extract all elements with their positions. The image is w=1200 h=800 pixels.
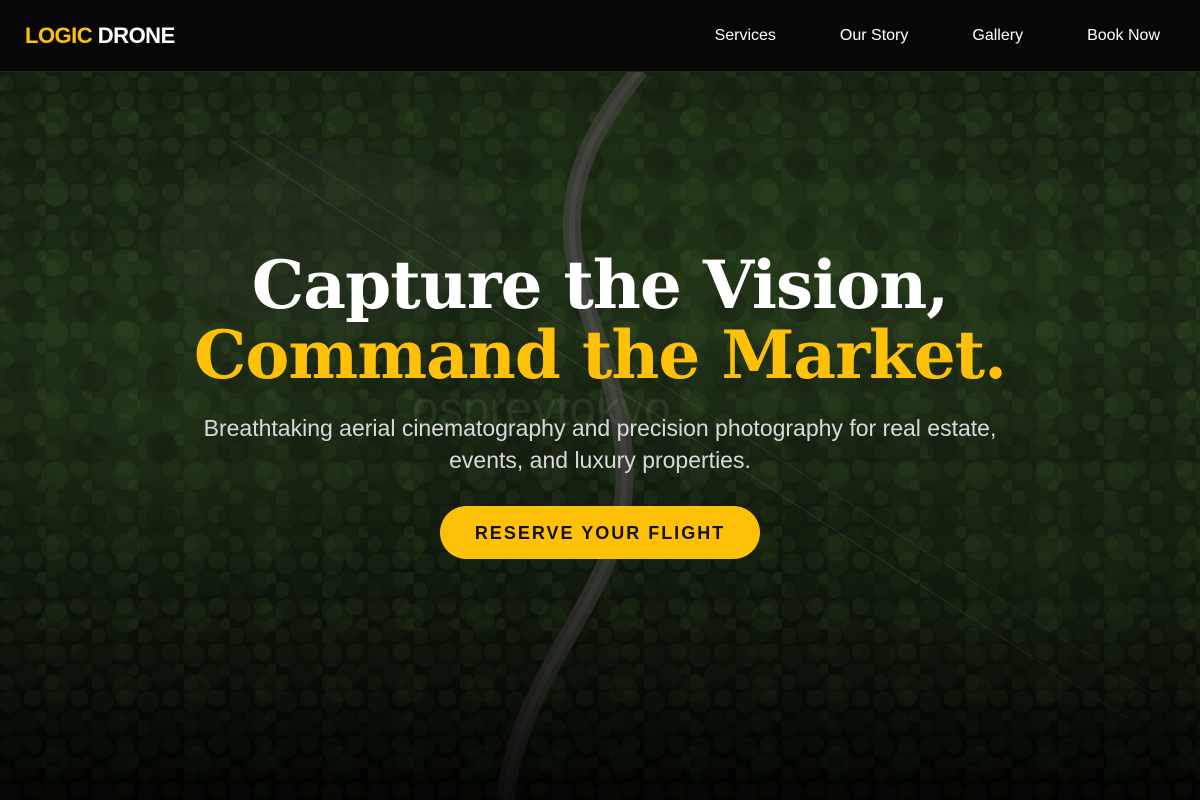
nav-book-now[interactable]: Book Now — [1087, 27, 1160, 45]
hero-subtext: Breathtaking aerial cinematography and p… — [203, 415, 997, 473]
main-nav: Services Our Story Gallery Book Now — [715, 27, 1160, 45]
hero-headline: Capture the Vision, Command the Market. — [0, 250, 1200, 390]
headline-line-1: Capture the Vision, — [251, 246, 949, 324]
nav-our-story[interactable]: Our Story — [840, 27, 908, 45]
logo-accent-text: LOGIC — [25, 22, 93, 48]
nav-services[interactable]: Services — [715, 27, 776, 45]
reserve-flight-button[interactable]: RESERVE YOUR FLIGHT — [440, 506, 760, 559]
site-header: LOGIC DRONE Services Our Story Gallery B… — [0, 0, 1200, 72]
logo-main-text: DRONE — [97, 22, 175, 48]
nav-gallery[interactable]: Gallery — [972, 27, 1023, 45]
site-logo[interactable]: LOGIC DRONE — [25, 23, 175, 49]
hero-section: Capture the Vision, Command the Market. … — [0, 250, 1200, 559]
landing-page: ospreytokyo LOGIC DRONE Services Our Sto… — [0, 0, 1200, 800]
headline-line-2: Command the Market. — [193, 316, 1007, 394]
